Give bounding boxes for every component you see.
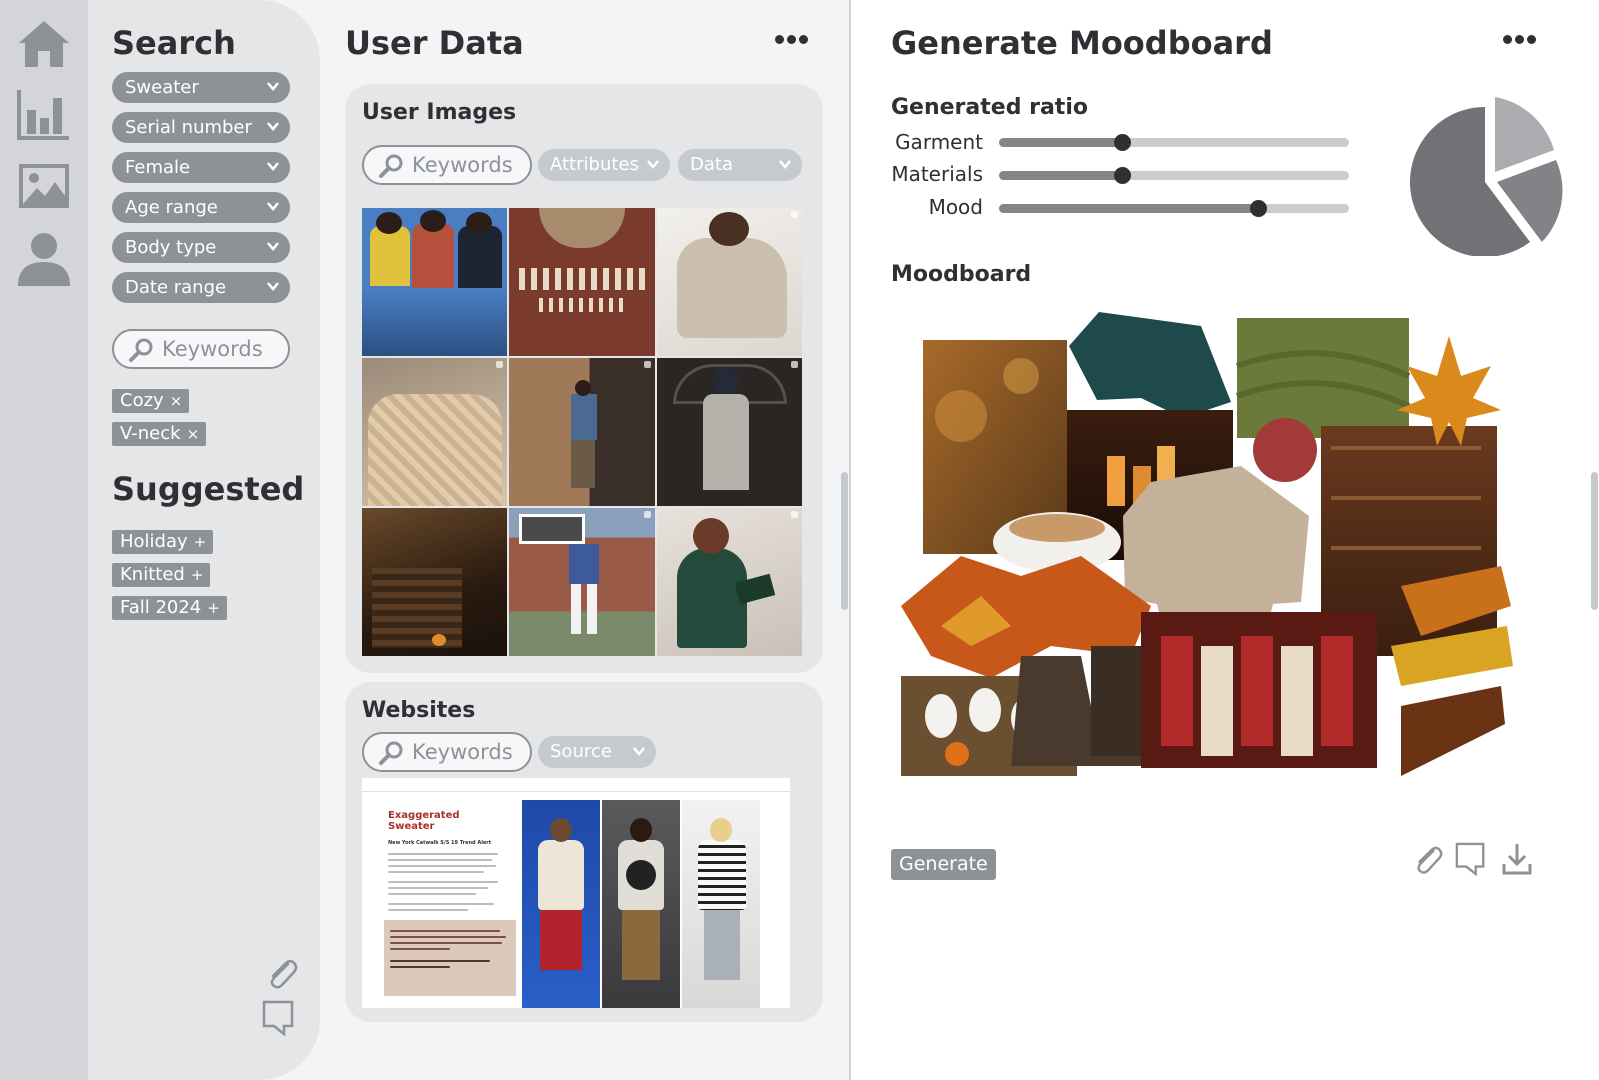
comment-icon[interactable]: [1455, 842, 1487, 880]
slider-materials[interactable]: [999, 167, 1349, 184]
user-icon[interactable]: [14, 228, 74, 288]
search-icon: [379, 741, 403, 765]
chevron-down-icon: [647, 160, 659, 169]
add-icon[interactable]: +: [194, 533, 207, 551]
moodboard-title: Moodboard: [891, 262, 1032, 287]
chevron-down-icon: [267, 162, 279, 171]
image-icon[interactable]: [14, 156, 74, 216]
brown-brush-stroke: [1401, 686, 1505, 776]
chevron-down-icon: [267, 122, 279, 131]
green-knit-photo: [1237, 318, 1409, 438]
more-options-icon[interactable]: [775, 35, 808, 44]
moodboard-collage[interactable]: [901, 306, 1541, 806]
add-icon[interactable]: +: [207, 599, 220, 617]
runway-image: [682, 800, 760, 1008]
right-scrollbar[interactable]: [1591, 472, 1598, 610]
home-icon[interactable]: [14, 14, 74, 74]
yarn-ball: [1253, 418, 1317, 482]
websites-card: Websites Keywords Source Exaggerated Swe…: [345, 682, 823, 1022]
slider-garment[interactable]: [999, 134, 1349, 151]
tag-chip-v-neck[interactable]: V-neck ×: [112, 422, 207, 446]
slider-label-garment: Garment: [895, 130, 983, 154]
download-icon[interactable]: [1501, 842, 1533, 880]
moodboard-panel: Generate Moodboard Generated ratio Garme…: [851, 0, 1599, 1080]
generate-button[interactable]: Generate: [891, 849, 996, 880]
filter-dropdown-garment[interactable]: Sweater: [112, 72, 290, 103]
tag-chip-cozy[interactable]: Cozy ×: [112, 389, 190, 413]
article-title: Exaggerated Sweater: [388, 810, 460, 832]
user-image[interactable]: [656, 358, 802, 506]
user-image[interactable]: [362, 358, 508, 506]
search-title: Search: [112, 24, 236, 62]
search-icon: [379, 154, 403, 178]
icon-rail: [0, 0, 88, 1080]
user-image[interactable]: [362, 508, 508, 656]
user-data-column: User Data User Images Keywords Attribute…: [322, 0, 848, 1080]
slider-label-mood: Mood: [928, 195, 983, 219]
teal-scarf: [1069, 312, 1231, 418]
paperclip-icon[interactable]: [1411, 842, 1445, 882]
chevron-down-icon: [633, 747, 645, 756]
website-preview[interactable]: Exaggerated Sweater New York Catwalk S/S…: [362, 778, 790, 1008]
websites-keyword-input[interactable]: Keywords: [362, 732, 532, 772]
attributes-dropdown[interactable]: Attributes: [538, 149, 670, 181]
user-images-title: User Images: [362, 100, 517, 125]
middle-scrollbar[interactable]: [841, 472, 848, 610]
add-icon[interactable]: +: [191, 566, 204, 584]
chevron-down-icon: [779, 160, 791, 169]
websites-title: Websites: [362, 698, 476, 723]
chevron-down-icon: [267, 82, 279, 91]
pie-slice-mood: [1495, 97, 1554, 172]
user-data-title: User Data: [345, 24, 524, 62]
suggested-chip-holiday[interactable]: Holiday +: [112, 530, 214, 554]
user-images-keyword-input[interactable]: Keywords: [362, 145, 532, 185]
filter-dropdown-date[interactable]: Date range: [112, 272, 290, 303]
filter-dropdown-gender[interactable]: Female: [112, 152, 290, 183]
moodboard-panel-title: Generate Moodboard: [891, 24, 1273, 62]
suggested-title: Suggested: [112, 470, 305, 508]
website-nav-bar: [362, 778, 790, 792]
suggested-chip-knitted[interactable]: Knitted +: [112, 563, 211, 587]
suggested-chip-fall-2024[interactable]: Fall 2024 +: [112, 596, 227, 620]
runway-image: [602, 800, 680, 1008]
generated-ratio-title: Generated ratio: [891, 95, 1088, 120]
article-quote: [384, 920, 516, 996]
data-dropdown[interactable]: Data: [678, 149, 802, 181]
user-image[interactable]: [656, 208, 802, 356]
paperclip-icon[interactable]: [264, 956, 300, 996]
filter-dropdown-age[interactable]: Age range: [112, 192, 290, 223]
search-icon: [129, 338, 153, 362]
user-image[interactable]: [656, 508, 802, 656]
remove-icon[interactable]: ×: [187, 425, 200, 443]
comment-icon[interactable]: [262, 1000, 296, 1040]
chevron-down-icon: [267, 202, 279, 211]
ratio-pie-chart: [1410, 97, 1563, 256]
article-subtitle: New York Catwalk S/S 19 Trend Alert: [388, 840, 492, 846]
user-images-card: User Images Keywords Attributes Data: [345, 84, 823, 673]
filter-dropdown-body-type[interactable]: Body type: [112, 232, 290, 263]
user-image[interactable]: [509, 508, 655, 656]
user-image[interactable]: [509, 358, 655, 506]
filter-dropdown-serial[interactable]: Serial number: [112, 112, 290, 143]
runway-image: [522, 800, 600, 1008]
slider-mood[interactable]: [999, 200, 1349, 217]
search-keyword-input[interactable]: Keywords: [112, 329, 290, 369]
user-images-grid: [362, 208, 802, 656]
user-image[interactable]: [362, 208, 508, 356]
remove-icon[interactable]: ×: [170, 392, 183, 410]
search-panel: Search Sweater Serial number Female Age …: [88, 0, 320, 1080]
slider-label-materials: Materials: [891, 162, 983, 186]
chevron-down-icon: [267, 242, 279, 251]
user-image[interactable]: [509, 208, 655, 356]
more-options-icon[interactable]: [1503, 35, 1536, 44]
chevron-down-icon: [267, 282, 279, 291]
bar-chart-icon[interactable]: [14, 84, 74, 144]
beige-sweater: [1123, 466, 1309, 628]
source-dropdown[interactable]: Source: [538, 736, 656, 768]
